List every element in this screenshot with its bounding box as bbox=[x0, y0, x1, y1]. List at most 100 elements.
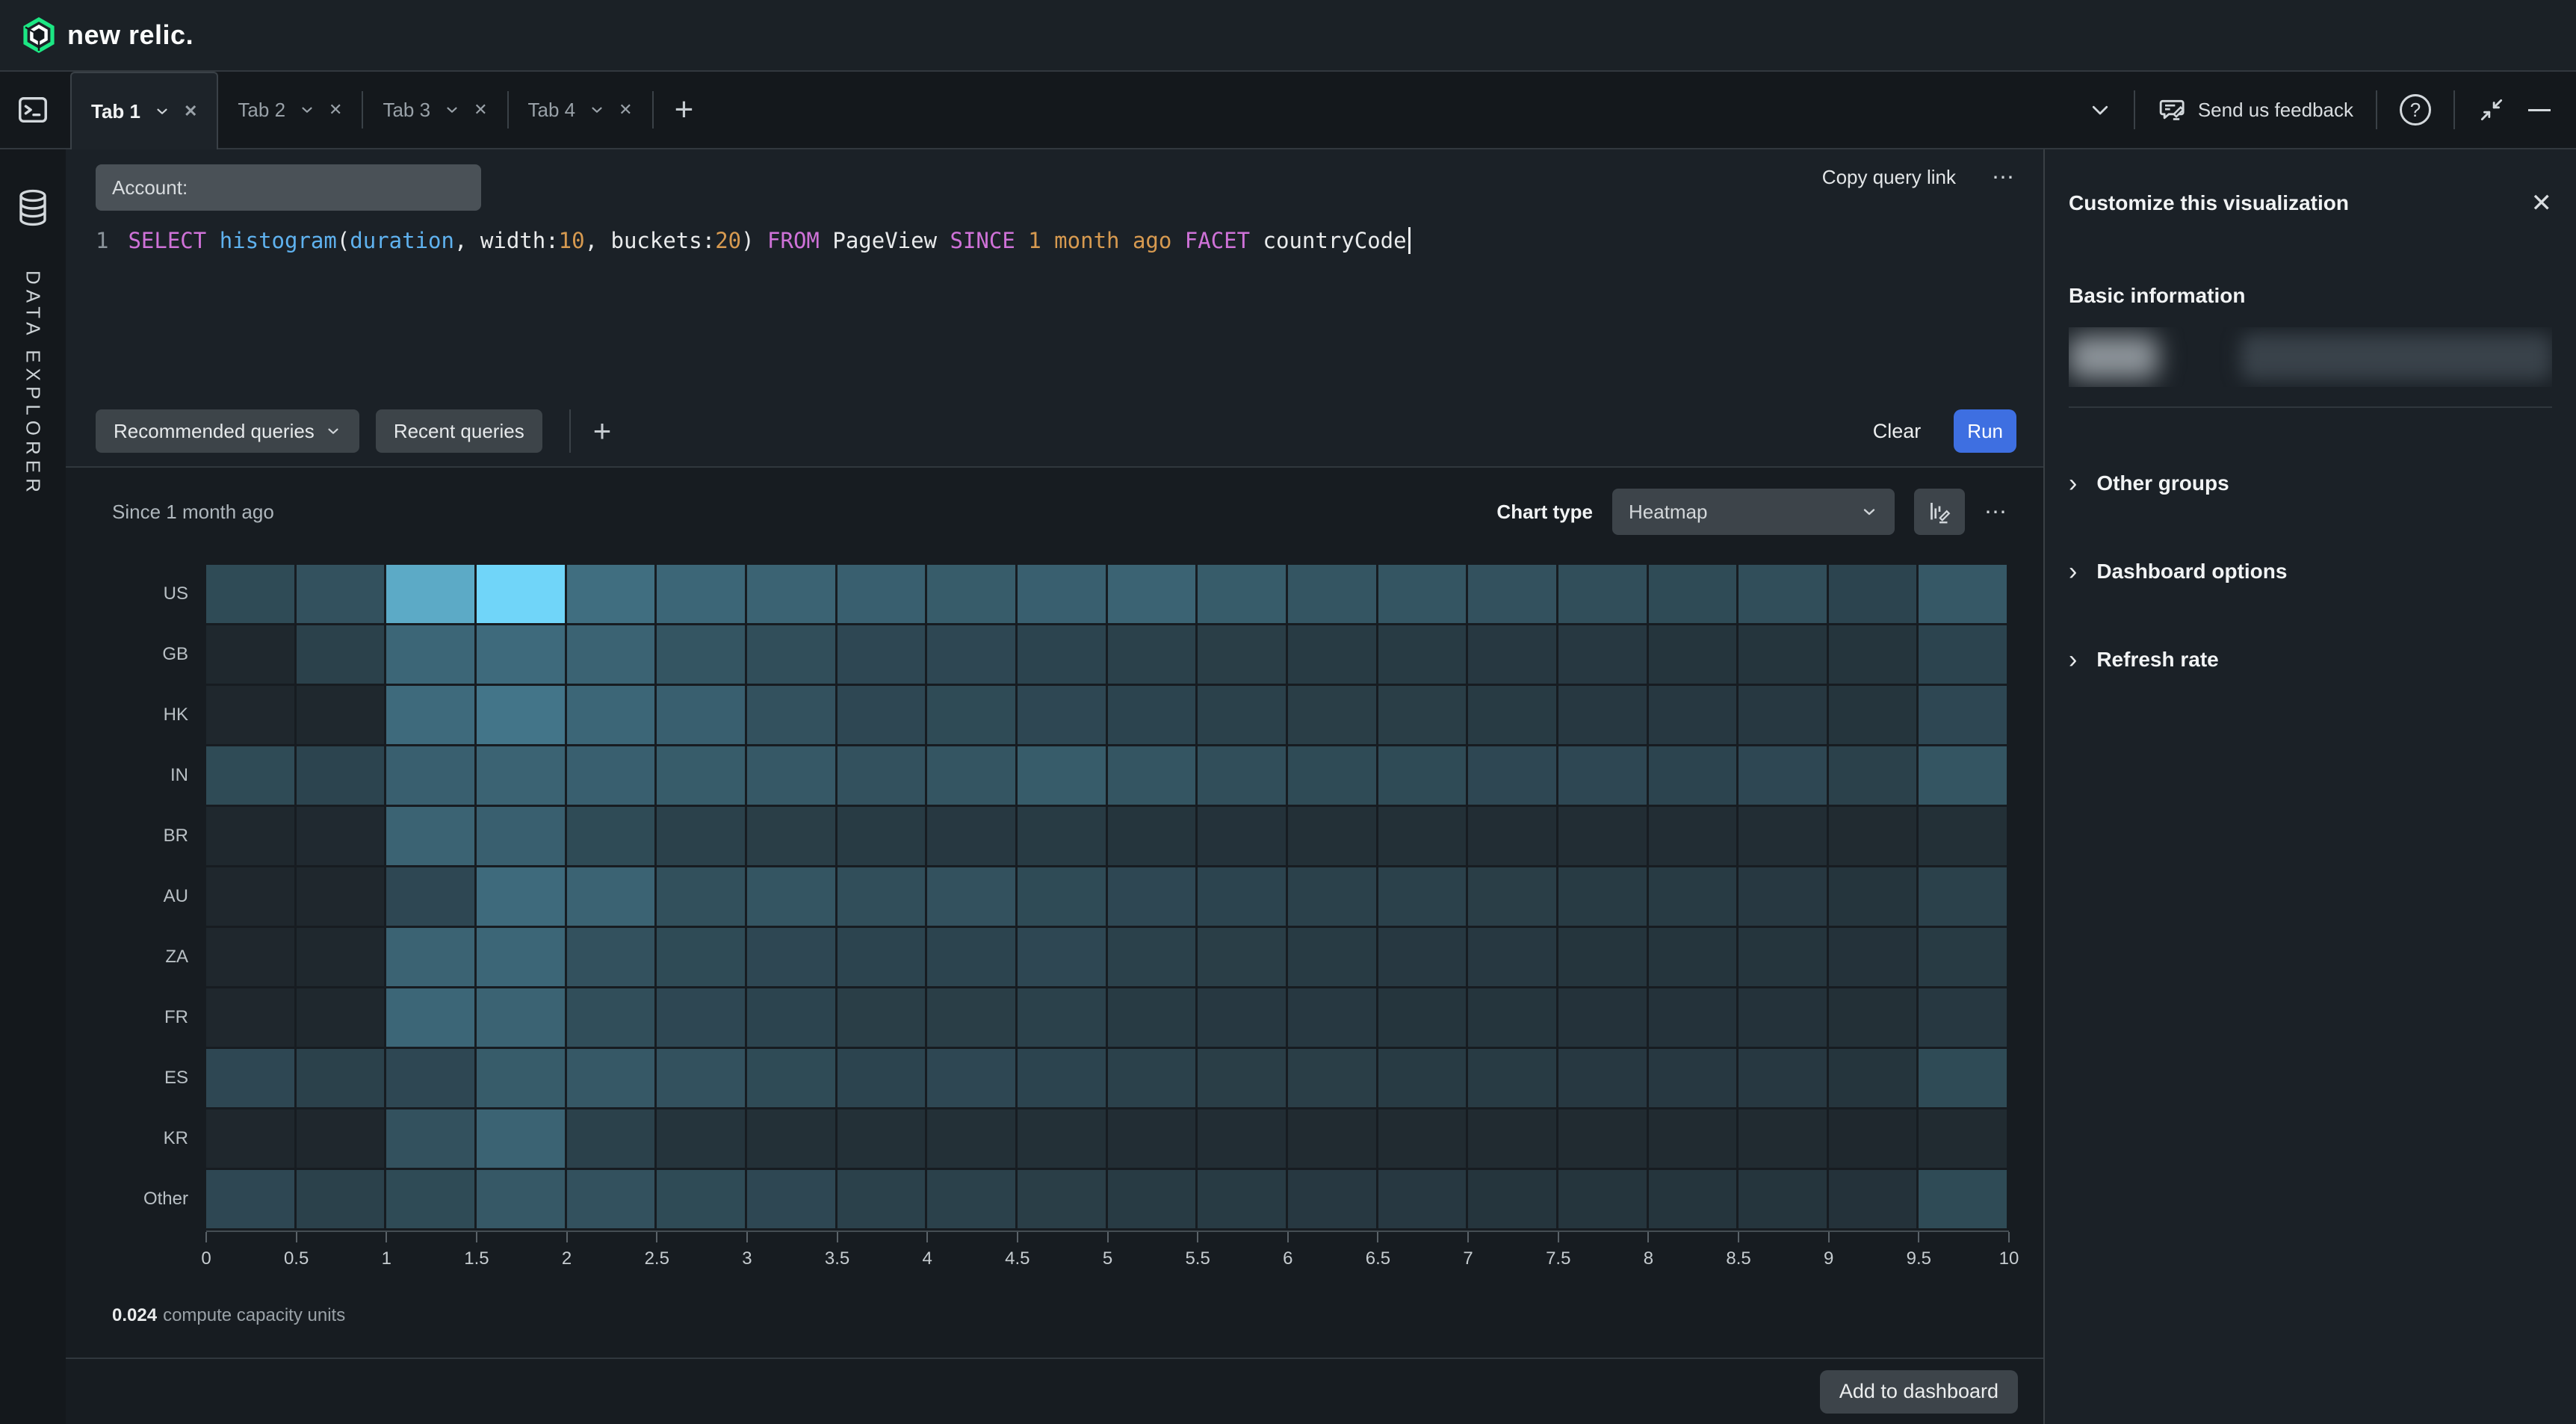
heatmap-cell[interactable] bbox=[206, 686, 294, 744]
run-button[interactable]: Run bbox=[1954, 409, 2016, 453]
heatmap-cell[interactable] bbox=[1378, 1170, 1467, 1228]
heatmap-cell[interactable] bbox=[1018, 807, 1106, 865]
add-to-dashboard-button[interactable]: Add to dashboard bbox=[1820, 1370, 2018, 1414]
heatmap-cell[interactable] bbox=[1558, 988, 1647, 1047]
heatmap-cell[interactable] bbox=[1108, 686, 1196, 744]
heatmap-cell[interactable] bbox=[1468, 928, 1556, 986]
heatmap-cell[interactable] bbox=[1378, 565, 1467, 623]
heatmap-cell[interactable] bbox=[567, 1170, 655, 1228]
heatmap-cell[interactable] bbox=[567, 686, 655, 744]
heatmap-cell[interactable] bbox=[1198, 565, 1286, 623]
heatmap-cell[interactable] bbox=[477, 565, 565, 623]
heatmap-cell[interactable] bbox=[1288, 565, 1376, 623]
heatmap-cell[interactable] bbox=[386, 1109, 474, 1168]
heatmap-cell[interactable] bbox=[1288, 1170, 1376, 1228]
heatmap-cell[interactable] bbox=[1919, 867, 2007, 926]
heatmap-cell[interactable] bbox=[297, 1109, 385, 1168]
heatmap-cell[interactable] bbox=[747, 1109, 835, 1168]
heatmap-cell[interactable] bbox=[297, 988, 385, 1047]
heatmap-cell[interactable] bbox=[1198, 807, 1286, 865]
chevron-down-icon[interactable] bbox=[2089, 99, 2111, 121]
heatmap-cell[interactable] bbox=[297, 625, 385, 684]
heatmap-cell[interactable] bbox=[837, 988, 926, 1047]
tab-1[interactable]: Tab 1 ✕ bbox=[70, 72, 218, 149]
heatmap-cell[interactable] bbox=[1108, 565, 1196, 623]
copy-query-link-button[interactable]: Copy query link bbox=[1822, 166, 1956, 189]
heatmap-cell[interactable] bbox=[297, 1170, 385, 1228]
heatmap-cell[interactable] bbox=[477, 807, 565, 865]
section-refresh-rate[interactable]: › Refresh rate bbox=[2069, 647, 2552, 672]
heatmap-cell[interactable] bbox=[206, 988, 294, 1047]
heatmap-cell[interactable] bbox=[1739, 928, 1827, 986]
close-tab-icon[interactable]: ✕ bbox=[474, 100, 487, 120]
heatmap-cell[interactable] bbox=[1288, 988, 1376, 1047]
heatmap-cell[interactable] bbox=[927, 1049, 1015, 1107]
heatmap-cell[interactable] bbox=[297, 686, 385, 744]
heatmap-cell[interactable] bbox=[1829, 746, 1917, 805]
heatmap-cell[interactable] bbox=[927, 746, 1015, 805]
heatmap-cell[interactable] bbox=[386, 625, 474, 684]
heatmap-cell[interactable] bbox=[1829, 686, 1917, 744]
heatmap-cell[interactable] bbox=[567, 928, 655, 986]
heatmap-cell[interactable] bbox=[386, 807, 474, 865]
heatmap-cell[interactable] bbox=[1739, 625, 1827, 684]
heatmap-cell[interactable] bbox=[477, 746, 565, 805]
heatmap-cell[interactable] bbox=[567, 867, 655, 926]
heatmap-cell[interactable] bbox=[837, 867, 926, 926]
heatmap-cell[interactable] bbox=[1198, 686, 1286, 744]
heatmap-cell[interactable] bbox=[206, 807, 294, 865]
recommended-queries-button[interactable]: Recommended queries bbox=[96, 409, 359, 453]
tab-3[interactable]: Tab 3 ✕ bbox=[363, 72, 507, 148]
heatmap-cell[interactable] bbox=[1288, 807, 1376, 865]
heatmap-cell[interactable] bbox=[747, 867, 835, 926]
heatmap-cell[interactable] bbox=[1649, 988, 1737, 1047]
heatmap-cell[interactable] bbox=[1829, 867, 1917, 926]
heatmap-cell[interactable] bbox=[386, 1170, 474, 1228]
heatmap-cell[interactable] bbox=[1198, 988, 1286, 1047]
heatmap-cell[interactable] bbox=[1018, 928, 1106, 986]
heatmap-cell[interactable] bbox=[1108, 988, 1196, 1047]
heatmap-cell[interactable] bbox=[1558, 1049, 1647, 1107]
add-tab-button[interactable]: + bbox=[654, 72, 715, 148]
heatmap-cell[interactable] bbox=[477, 1109, 565, 1168]
heatmap-cell[interactable] bbox=[1378, 686, 1467, 744]
heatmap-cell[interactable] bbox=[1288, 1109, 1376, 1168]
heatmap-cell[interactable] bbox=[297, 807, 385, 865]
heatmap-cell[interactable] bbox=[1108, 807, 1196, 865]
heatmap-cell[interactable] bbox=[1108, 928, 1196, 986]
query-console-icon[interactable] bbox=[16, 93, 50, 127]
heatmap-cell[interactable] bbox=[1198, 1049, 1286, 1107]
heatmap-cell[interactable] bbox=[1288, 1049, 1376, 1107]
heatmap-cell[interactable] bbox=[1108, 1109, 1196, 1168]
heatmap-cell[interactable] bbox=[1018, 1109, 1106, 1168]
heatmap-cell[interactable] bbox=[1558, 1170, 1647, 1228]
heatmap-cell[interactable] bbox=[477, 1049, 565, 1107]
heatmap-cell[interactable] bbox=[477, 1170, 565, 1228]
collapse-icon[interactable] bbox=[2477, 96, 2506, 124]
heatmap-cell[interactable] bbox=[927, 807, 1015, 865]
heatmap-cell[interactable] bbox=[1649, 746, 1737, 805]
database-icon[interactable] bbox=[15, 188, 51, 227]
heatmap-cell[interactable] bbox=[567, 746, 655, 805]
heatmap-cell[interactable] bbox=[1018, 1170, 1106, 1228]
heatmap-cell[interactable] bbox=[1919, 565, 2007, 623]
heatmap-cell[interactable] bbox=[1649, 565, 1737, 623]
section-dashboard-options[interactable]: › Dashboard options bbox=[2069, 559, 2552, 584]
heatmap-cell[interactable] bbox=[1739, 1170, 1827, 1228]
heatmap-cell[interactable] bbox=[1558, 686, 1647, 744]
heatmap-cell[interactable] bbox=[1739, 686, 1827, 744]
edit-chart-button[interactable] bbox=[1914, 489, 1965, 535]
minimize-icon[interactable] bbox=[2528, 109, 2551, 111]
heatmap-cell[interactable] bbox=[1288, 928, 1376, 986]
heatmap-cell[interactable] bbox=[1649, 807, 1737, 865]
heatmap-cell[interactable] bbox=[297, 565, 385, 623]
heatmap-cell[interactable] bbox=[1198, 1109, 1286, 1168]
heatmap-cell[interactable] bbox=[567, 625, 655, 684]
close-panel-icon[interactable]: ✕ bbox=[2531, 188, 2553, 218]
editor-more-icon[interactable]: ⋯ bbox=[1992, 164, 2016, 191]
heatmap-cell[interactable] bbox=[837, 625, 926, 684]
heatmap-cell[interactable] bbox=[1829, 1109, 1917, 1168]
heatmap-cell[interactable] bbox=[747, 1170, 835, 1228]
heatmap-cell[interactable] bbox=[1919, 1170, 2007, 1228]
chart-type-select[interactable]: Heatmap bbox=[1612, 489, 1895, 535]
